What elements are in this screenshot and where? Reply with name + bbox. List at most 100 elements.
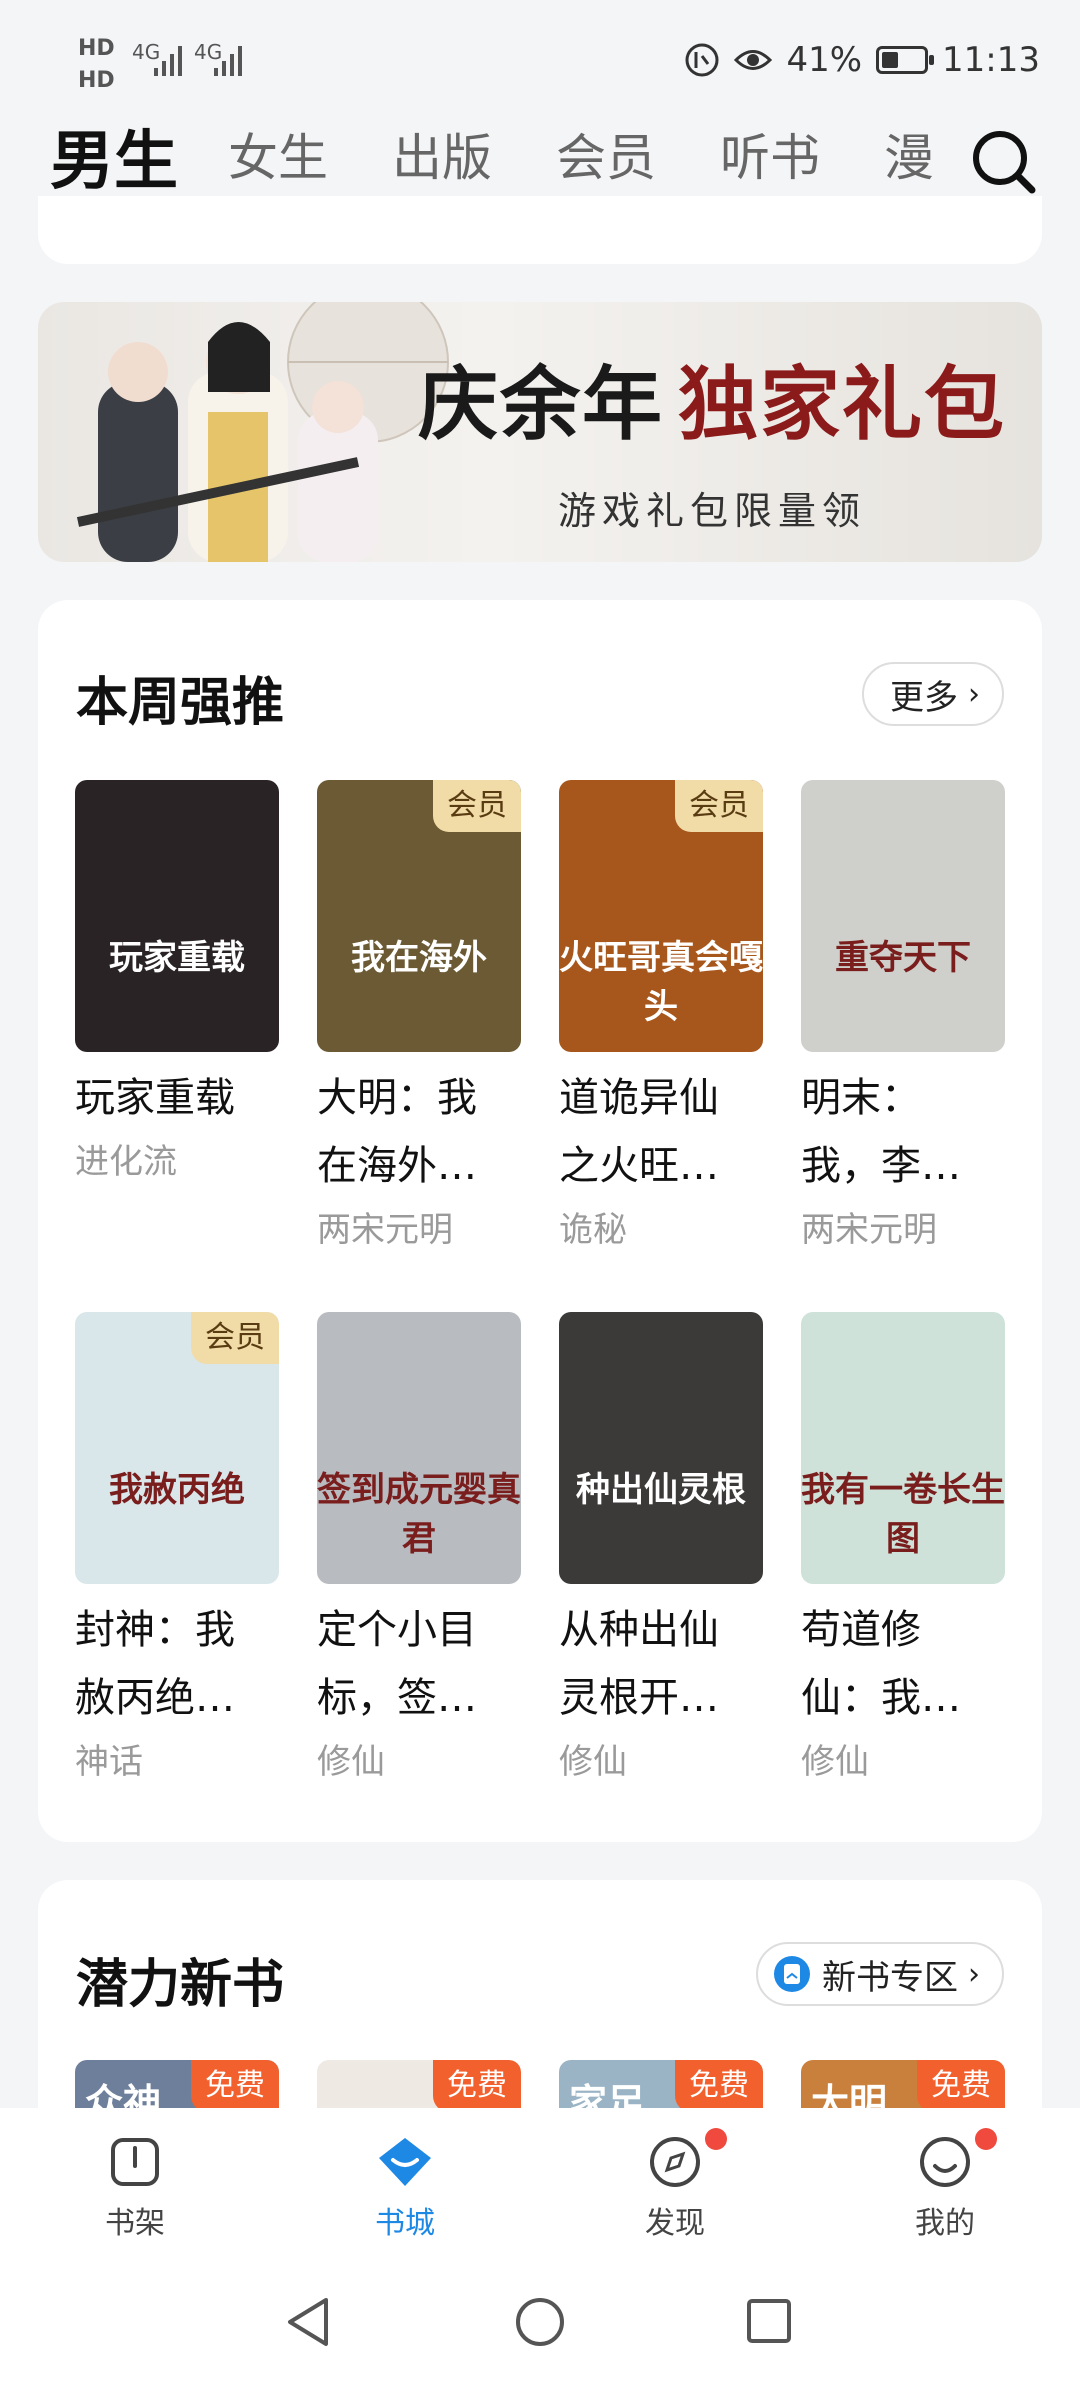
nav-label: 发现	[645, 2206, 705, 2241]
book-genre: 修仙	[317, 1742, 385, 1782]
eye-icon	[734, 50, 773, 70]
battery-percent: 41%	[786, 40, 863, 80]
search-icon[interactable]	[970, 128, 1036, 194]
book-title: 定个小目 标，签…	[317, 1596, 521, 1732]
book-title-line2: 灵根开…	[559, 1675, 719, 1721]
nfc-icon	[685, 43, 719, 77]
book-title-line1: 大明：我	[317, 1075, 477, 1121]
book-title-line2: 标，签…	[317, 1675, 477, 1721]
nav-profile[interactable]: 我的	[875, 2134, 1015, 2242]
section-title: 本周强推	[76, 673, 285, 733]
book-title-line2: 之火旺…	[559, 1143, 719, 1189]
vip-badge: 会员	[191, 1312, 279, 1364]
banner-title-main: 庆余年	[418, 357, 664, 451]
cover-title-art: 种出仙灵根	[576, 1470, 746, 1510]
book-title-line2: 赦丙绝…	[75, 1675, 235, 1721]
tab-audiobook[interactable]: 听书	[720, 118, 820, 190]
nav-label: 书城	[375, 2206, 435, 2241]
tab-publish[interactable]: 出版	[392, 118, 492, 190]
recents-icon[interactable]	[744, 2296, 794, 2346]
previous-card-edge	[38, 196, 1042, 264]
book-cover: 我在海外 会员	[317, 780, 521, 1052]
cover-title-art: 我有一卷长生图	[801, 1470, 1005, 1559]
nav-label: 我的	[915, 2206, 975, 2241]
free-badge: 免费	[917, 2060, 1005, 2112]
tab-comic[interactable]: 漫	[884, 118, 934, 190]
sim2-label: HD	[78, 68, 115, 93]
book-title: 道诡异仙之火旺…	[559, 1064, 763, 1200]
signal1-icon	[154, 46, 182, 76]
cover-title-art: 签到成元婴真君	[317, 1470, 521, 1559]
back-icon[interactable]	[282, 2294, 332, 2350]
book-title: 明末： 我，李…	[801, 1064, 1005, 1200]
new-books-zone-button[interactable]: 新书专区 ›	[756, 1942, 1004, 2006]
new-books-section: 潜力新书 新书专区 › 众神 免费 免费 家足 免费 大明 免费	[38, 1880, 1042, 2140]
book-item[interactable]: 我赦丙绝 会员封神：我 赦丙绝… 神话	[75, 1312, 279, 1783]
book-title: 封神：我 赦丙绝…	[75, 1596, 279, 1732]
book-title-line1: 从种出仙	[559, 1607, 719, 1653]
book-genre: 诡秘	[559, 1210, 627, 1250]
book-item[interactable]: 种出仙灵根从种出仙灵根开… 修仙	[559, 1312, 763, 1783]
book-cover: 我有一卷长生图	[801, 1312, 1005, 1584]
book-cover: 玩家重载	[75, 780, 279, 1052]
banner-title-highlight: 独家礼包	[678, 357, 1006, 451]
cover-title-art: 我在海外	[351, 938, 487, 978]
promo-banner[interactable]: 庆余年 独家礼包 游戏礼包限量领	[38, 302, 1042, 562]
book-cover: 火旺哥真会嘎头 会员	[559, 780, 763, 1052]
book-genre: 两宋元明	[317, 1210, 453, 1250]
book-title-line2: 在海外…	[317, 1143, 477, 1189]
book-genre: 神话	[75, 1742, 143, 1782]
cover-title-art: 我赦丙绝	[109, 1470, 245, 1510]
tab-vip[interactable]: 会员	[556, 118, 656, 190]
nav-discover[interactable]: 发现	[605, 2134, 745, 2242]
book-title-line1: 苟道修	[801, 1607, 921, 1653]
book-item[interactable]: 火旺哥真会嘎头 会员道诡异仙之火旺… 诡秘	[559, 780, 763, 1251]
cover-title-art: 玩家重载	[109, 938, 245, 978]
nav-bookstore[interactable]: 书城	[335, 2134, 475, 2242]
free-badge: 免费	[675, 2060, 763, 2112]
sim1-label: HD	[78, 36, 115, 61]
book-title-line2: 仙：我…	[801, 1675, 961, 1721]
tab-female[interactable]: 女生	[228, 118, 328, 190]
section-title: 潜力新书	[76, 1955, 285, 2015]
banner-subtitle: 游戏礼包限量领	[558, 489, 867, 533]
status-bar: HD HD 4G 4G 41% 11:13	[0, 0, 1080, 120]
free-badge: 免费	[191, 2060, 279, 2112]
book-item[interactable]: 签到成元婴真君定个小目 标，签… 修仙	[317, 1312, 521, 1783]
book-item[interactable]: 我在海外 会员大明：我在海外… 两宋元明	[317, 780, 521, 1251]
battery-icon	[876, 46, 935, 74]
notification-dot	[975, 2128, 997, 2150]
bottom-nav: 书架 书城 发现 我的	[0, 2108, 1080, 2258]
book-title-line2: 我，李…	[801, 1143, 961, 1189]
new-book-icon	[774, 1956, 810, 1992]
signal2-icon	[214, 46, 242, 76]
cover-title-art: 火旺哥真会嘎头	[559, 938, 763, 1027]
book-genre: 修仙	[559, 1742, 627, 1782]
clock: 11:13	[942, 40, 1040, 80]
book-cover: 种出仙灵根	[559, 1312, 763, 1584]
system-navigation-bar	[0, 2258, 1080, 2388]
book-title-line1: 道诡异仙	[559, 1075, 719, 1121]
book-title: 苟道修仙：我…	[801, 1596, 1005, 1732]
book-title-line1: 明末：	[801, 1075, 921, 1121]
nav-label: 书架	[105, 2206, 165, 2241]
tab-male[interactable]: 男生	[50, 110, 178, 202]
book-item[interactable]: 玩家重载 玩家重载 进化流	[75, 780, 279, 1183]
book-genre: 修仙	[801, 1742, 869, 1782]
new-books-zone-label: 新书专区	[822, 1957, 958, 1998]
book-item[interactable]: 我有一卷长生图苟道修仙：我… 修仙	[801, 1312, 1005, 1783]
bookshelf-icon	[111, 2138, 159, 2186]
home-icon[interactable]	[514, 2296, 566, 2348]
nav-bookshelf[interactable]: 书架	[65, 2134, 205, 2242]
book-genre: 两宋元明	[801, 1210, 937, 1250]
book-cover: 签到成元婴真君	[317, 1312, 521, 1584]
vip-badge: 会员	[675, 780, 763, 832]
book-genre: 进化流	[75, 1142, 177, 1182]
free-badge: 免费	[433, 2060, 521, 2112]
book-title: 大明：我在海外…	[317, 1064, 521, 1200]
weekly-recommend-section: 本周强推 更多 › 玩家重载 玩家重载 进化流 我在海外 会员 大明：我 在海外… 两宋元明 火旺…	[38, 600, 1042, 1842]
compass-icon	[650, 2137, 700, 2187]
more-button[interactable]: 更多 ›	[862, 662, 1004, 726]
bookstore-icon	[379, 2138, 431, 2186]
book-item[interactable]: 重夺天下 明末： 我，李… 两宋元明	[801, 780, 1005, 1251]
